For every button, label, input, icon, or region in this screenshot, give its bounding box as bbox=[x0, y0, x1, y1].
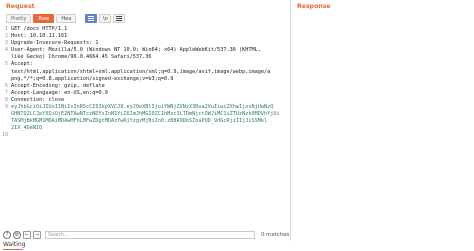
settings-icon[interactable]: ⚙ bbox=[13, 230, 21, 239]
line-text: Upgrade-Insecure-Requests: 1 bbox=[11, 40, 99, 47]
line-number bbox=[2, 69, 8, 76]
line-text: like Gecko) Chrome/96.0.4664.45 Safari/5… bbox=[11, 54, 152, 61]
actions-menu-icon[interactable] bbox=[85, 14, 98, 23]
line-number bbox=[2, 118, 8, 125]
line-text: Host: 10.10.11.161 bbox=[11, 33, 68, 40]
request-line: 9 eyJhbGciOiJIUzI1NiIsInR5cCI6IkpXVCJ9.ey… bbox=[0, 104, 290, 111]
line-number: 8 bbox=[4, 96, 8, 103]
line-number: 7 bbox=[4, 89, 8, 96]
request-line: 5 Accept: bbox=[0, 61, 290, 68]
request-line: like Gecko) Chrome/96.0.4664.45 Safari/5… bbox=[0, 54, 290, 61]
line-number bbox=[2, 125, 8, 132]
line-text: 2IX_4DeNIQ bbox=[11, 125, 43, 132]
line-text: png,*/*;q=0.8,application/signed-exchang… bbox=[11, 75, 174, 82]
progress-indicator bbox=[3, 249, 23, 250]
line-number: 5 bbox=[4, 61, 8, 68]
request-line: 8 Connection: close bbox=[0, 97, 290, 104]
line-text: User-Agent: Mozilla/5.0 (Windows NT 10.0… bbox=[11, 47, 261, 54]
raw-button[interactable]: Raw bbox=[33, 14, 55, 23]
line-number bbox=[2, 111, 8, 118]
response-title: Response bbox=[297, 3, 331, 10]
request-view-toolbar: Pretty Raw Hex \n bbox=[6, 14, 126, 23]
more-options-icon[interactable] bbox=[113, 14, 126, 23]
pretty-button[interactable]: Pretty bbox=[6, 14, 32, 23]
request-line: 1 GET /docs HTTP/1.1 bbox=[0, 26, 290, 33]
hex-button[interactable]: Hex bbox=[56, 14, 77, 23]
match-count: 0 matches bbox=[261, 231, 290, 238]
forward-arrow-icon[interactable]: → bbox=[33, 230, 41, 239]
request-line: TASMjBkMGM1MDAiMDAwMFhLMFwZDgtMDAzYwRjYz… bbox=[0, 118, 290, 125]
help-icon[interactable]: ? bbox=[3, 230, 11, 239]
line-number: 9 bbox=[4, 104, 8, 111]
request-line: 2 Host: 10.10.11.161 bbox=[0, 33, 290, 40]
response-panel: Response bbox=[291, 0, 474, 241]
line-number: 1 bbox=[4, 26, 8, 32]
request-line: 4 User-Agent: Mozilla/5.0 (Windows NT 10.… bbox=[0, 47, 290, 54]
search-bar: ? ⚙ ← → Search... 0 matches bbox=[0, 229, 290, 240]
line-number: 3 bbox=[4, 40, 8, 47]
line-text: text/html,application/xhtml+xml,applicat… bbox=[11, 68, 271, 75]
list-icon bbox=[88, 16, 95, 21]
request-line: GHNTQ2LCJpYXQiOjE2NTAwNTczNDYsInN1YiI6Im… bbox=[0, 111, 290, 118]
request-line: 2IX_4DeNIQ bbox=[0, 125, 290, 132]
request-line: text/html,application/xhtml+xml,applicat… bbox=[0, 69, 290, 76]
request-line: 6 Accept-Encoding: gzip, deflate bbox=[0, 83, 290, 90]
line-text: TASMjBkMGM1MDAiMDAwMFhLMFwZDgtMDAzYwRjYz… bbox=[11, 118, 268, 125]
request-editor[interactable]: 1 GET /docs HTTP/1.1 2 Host: 10.10.11.161 … bbox=[0, 26, 290, 215]
request-title: Request bbox=[6, 3, 35, 10]
line-text: GET /docs HTTP/1.1 bbox=[11, 26, 68, 32]
menu-icon bbox=[116, 16, 123, 21]
line-number: 2 bbox=[4, 33, 8, 40]
line-number bbox=[2, 76, 8, 83]
line-text: GHNTQ2LCJpYXQiOjE2NTAwNTczNDYsInN1YiI6Im… bbox=[11, 111, 280, 118]
request-line: 10 bbox=[0, 132, 290, 139]
request-panel: Request Pretty Raw Hex \n 1 GET /docs HTT… bbox=[0, 0, 291, 241]
line-text: Connection: close bbox=[11, 96, 65, 103]
status-text: Waiting bbox=[3, 241, 26, 248]
back-arrow-icon[interactable]: ← bbox=[23, 230, 31, 239]
line-text: eyJhbGciOiJIUzI1NiIsInR5cCI6IkpXVCJ9.eyJ… bbox=[11, 104, 274, 111]
request-line: png,*/*;q=0.8,application/signed-exchang… bbox=[0, 76, 290, 83]
line-number: 10 bbox=[2, 132, 9, 139]
line-number: 4 bbox=[4, 47, 8, 54]
request-line: 3 Upgrade-Insecure-Requests: 1 bbox=[0, 40, 290, 47]
line-number bbox=[2, 54, 8, 61]
line-text: Accept: bbox=[11, 61, 33, 68]
request-line: 7 Accept-Language: en-US,en;q=0.9 bbox=[0, 90, 290, 97]
search-input[interactable]: Search... bbox=[45, 230, 255, 239]
line-number: 6 bbox=[4, 82, 8, 89]
line-text: Accept-Language: en-US,en;q=0.9 bbox=[11, 89, 108, 96]
line-text: Accept-Encoding: gzip, deflate bbox=[11, 82, 105, 89]
newline-toggle-button[interactable]: \n bbox=[99, 14, 112, 23]
